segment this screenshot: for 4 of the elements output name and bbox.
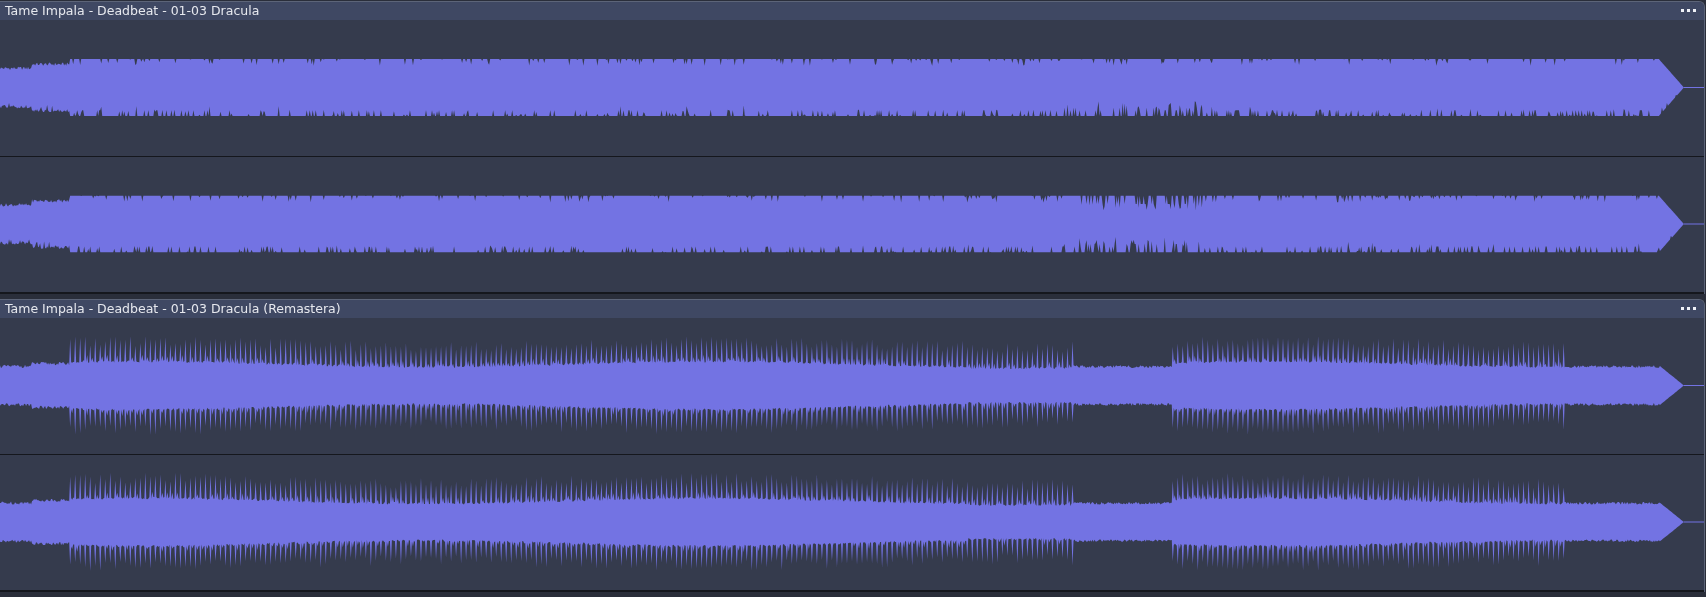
more-icon [1681,9,1697,13]
more-icon [1681,307,1697,311]
track-title: Tame Impala - Deadbeat - 01-03 Dracula (Remastera) [5,300,341,318]
track-title: Tame Impala - Deadbeat - 01-03 Dracula [5,2,260,20]
